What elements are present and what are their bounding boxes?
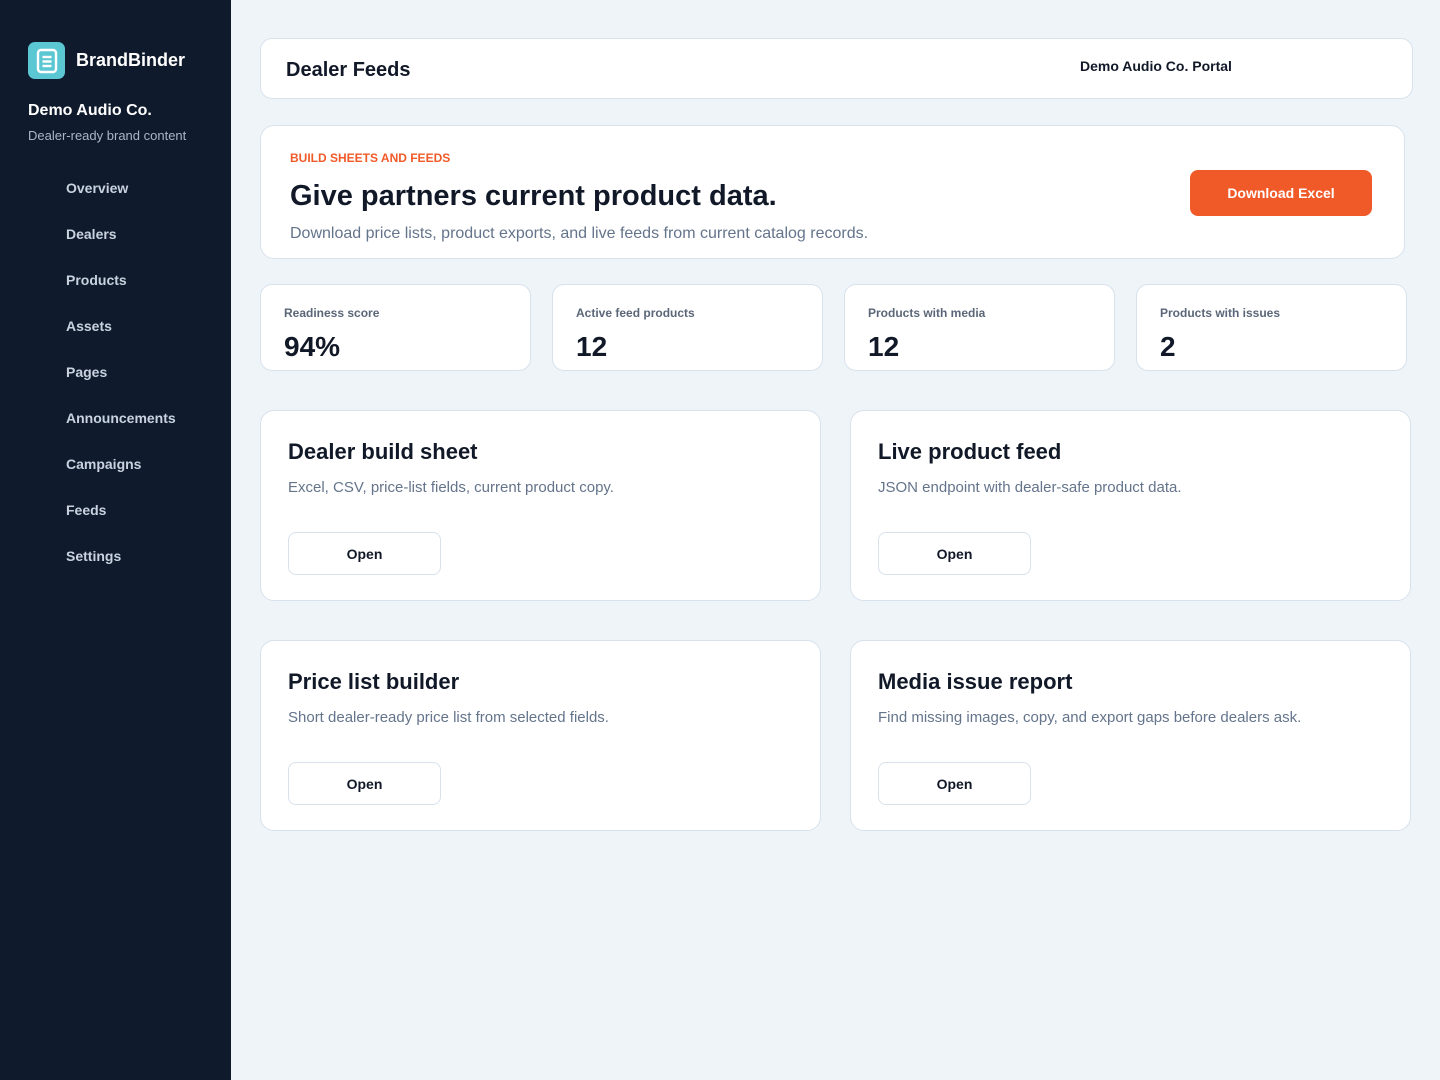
card-description: Find missing images, copy, and export ga… [878,709,1302,726]
stat-label: Products with media [868,306,986,320]
top-bar: Dealer Feeds Demo Audio Co. Portal [260,38,1413,99]
stat-card-readiness: Readiness score 94% [260,284,531,371]
card-title: Price list builder [288,669,460,694]
document-list-icon [28,42,65,79]
stat-label: Products with issues [1160,306,1281,320]
stat-card-products-with-issues: Products with issues 2 [1136,284,1407,371]
card-dealer-build-sheet: Dealer build sheet Excel, CSV, price-lis… [260,410,821,601]
stat-label: Readiness score [284,306,380,320]
stat-value: 2 [1160,331,1176,362]
open-price-list-builder-button[interactable]: Open [288,762,441,805]
portal-label: Demo Audio Co. Portal [1080,58,1232,74]
sidebar-item-announcements[interactable]: Announcements [66,410,176,456]
sidebar-item-campaigns[interactable]: Campaigns [66,456,176,502]
stat-value: 12 [576,331,608,362]
hero-eyebrow: BUILD SHEETS AND FEEDS [290,151,451,165]
stat-card-products-with-media: Products with media 12 [844,284,1115,371]
org-name: Demo Audio Co. [28,102,152,119]
open-media-issue-report-button[interactable]: Open [878,762,1031,805]
stat-label: Active feed products [576,306,695,320]
hero-panel: BUILD SHEETS AND FEEDS Give partners cur… [260,125,1405,259]
sidebar-nav: Overview Dealers Products Assets Pages A… [66,180,176,594]
sidebar-item-products[interactable]: Products [66,272,176,318]
sidebar-item-dealers[interactable]: Dealers [66,226,176,272]
page-title: Dealer Feeds [286,59,411,81]
sidebar-item-overview[interactable]: Overview [66,180,176,226]
card-description: Short dealer-ready price list from selec… [288,709,609,726]
card-title: Live product feed [878,439,1062,464]
hero-title: Give partners current product data. [290,180,777,212]
card-live-product-feed: Live product feed JSON endpoint with dea… [850,410,1411,601]
card-description: JSON endpoint with dealer-safe product d… [878,479,1182,496]
card-price-list-builder: Price list builder Short dealer-ready pr… [260,640,821,831]
brand[interactable]: BrandBinder [28,42,185,79]
stat-value: 94% [284,331,341,362]
card-title: Dealer build sheet [288,439,478,464]
card-description: Excel, CSV, price-list fields, current p… [288,479,614,496]
card-title: Media issue report [878,669,1073,694]
hero-description: Download price lists, product exports, a… [290,225,869,242]
open-dealer-build-sheet-button[interactable]: Open [288,532,441,575]
org-tagline: Dealer-ready brand content [28,128,187,143]
sidebar-item-pages[interactable]: Pages [66,364,176,410]
download-excel-button[interactable]: Download Excel [1190,170,1372,216]
sidebar-item-assets[interactable]: Assets [66,318,176,364]
sidebar-item-feeds[interactable]: Feeds [66,502,176,548]
stat-card-active-feed-products: Active feed products 12 [552,284,823,371]
stat-value: 12 [868,331,900,362]
sidebar-item-settings[interactable]: Settings [66,548,176,594]
card-media-issue-report: Media issue report Find missing images, … [850,640,1411,831]
open-live-product-feed-button[interactable]: Open [878,532,1031,575]
sidebar: BrandBinder Demo Audio Co. Dealer-ready … [0,0,231,1080]
brand-name: BrandBinder [76,50,186,70]
